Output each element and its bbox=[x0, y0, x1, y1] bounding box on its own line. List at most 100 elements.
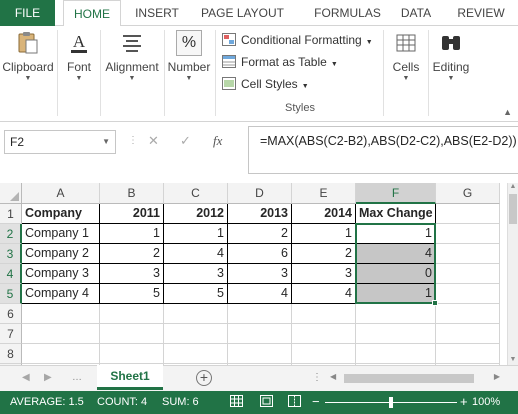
cell-f5[interactable]: 1 bbox=[356, 284, 436, 304]
vertical-scrollbar[interactable]: ▲ ▼ bbox=[507, 183, 518, 365]
cell-f1[interactable]: Max Change bbox=[356, 204, 436, 224]
cell-c5[interactable]: 5 bbox=[164, 284, 228, 304]
cell-e5[interactable]: 4 bbox=[292, 284, 356, 304]
cell-a8[interactable] bbox=[22, 344, 100, 364]
cell-f4[interactable]: 0 bbox=[356, 264, 436, 284]
cell-b5[interactable]: 5 bbox=[100, 284, 164, 304]
column-header-c[interactable]: C bbox=[164, 183, 228, 204]
tab-file[interactable]: FILE bbox=[0, 0, 55, 26]
tab-review[interactable]: REVIEW bbox=[451, 0, 511, 26]
enter-icon[interactable]: ✓ bbox=[180, 133, 191, 149]
cancel-icon[interactable]: ✕ bbox=[148, 133, 159, 149]
insert-function-icon[interactable]: fx bbox=[213, 133, 222, 149]
ribbon-collapse-icon[interactable]: ▲ bbox=[503, 107, 512, 117]
row-header-5[interactable]: 5 bbox=[0, 284, 22, 304]
zoom-out-button[interactable]: − bbox=[312, 394, 320, 409]
cell-c4[interactable]: 3 bbox=[164, 264, 228, 284]
horizontal-scrollbar[interactable]: ◀ ▶ bbox=[330, 372, 500, 384]
cell-c7[interactable] bbox=[164, 324, 228, 344]
tab-insert[interactable]: INSERT bbox=[128, 0, 186, 26]
column-header-e[interactable]: E bbox=[292, 183, 356, 204]
cell-d8[interactable] bbox=[228, 344, 292, 364]
cell-b1[interactable]: 2011 bbox=[100, 204, 164, 224]
tab-page-layout[interactable]: PAGE LAYOUT bbox=[195, 0, 290, 26]
cell-d3[interactable]: 6 bbox=[228, 244, 292, 264]
row-header-3[interactable]: 3 bbox=[0, 244, 22, 264]
cell-e6[interactable] bbox=[292, 304, 356, 324]
editing-group[interactable]: Editing ▼ bbox=[430, 30, 472, 82]
cell-e8[interactable] bbox=[292, 344, 356, 364]
tab-formulas[interactable]: FORMULAS bbox=[300, 0, 395, 26]
cell-g5[interactable] bbox=[436, 284, 500, 304]
cell-g8[interactable] bbox=[436, 344, 500, 364]
cell-f7[interactable] bbox=[356, 324, 436, 344]
cell-a3[interactable]: Company 2 bbox=[22, 244, 100, 264]
sheet-menu-icon[interactable]: … bbox=[72, 372, 82, 383]
cell-e1[interactable]: 2014 bbox=[292, 204, 356, 224]
cell-f6[interactable] bbox=[356, 304, 436, 324]
cell-f3[interactable]: 4 bbox=[356, 244, 436, 264]
alignment-group[interactable]: Alignment ▼ bbox=[102, 30, 162, 82]
cell-g6[interactable] bbox=[436, 304, 500, 324]
cell-a5[interactable]: Company 4 bbox=[22, 284, 100, 304]
select-all-button[interactable] bbox=[0, 183, 22, 204]
cell-g4[interactable] bbox=[436, 264, 500, 284]
page-layout-view-icon[interactable] bbox=[260, 395, 273, 410]
cell-styles-button[interactable]: Cell Styles ▼ bbox=[222, 74, 309, 94]
scroll-right-icon[interactable]: ▶ bbox=[494, 372, 500, 381]
formula-input[interactable]: =MAX(ABS(C2-B2),ABS(D2-C2),ABS(E2-D2)) bbox=[248, 126, 518, 174]
cell-f8[interactable] bbox=[356, 344, 436, 364]
cell-g2[interactable] bbox=[436, 224, 500, 244]
zoom-level[interactable]: 100% bbox=[472, 396, 500, 408]
cell-e7[interactable] bbox=[292, 324, 356, 344]
number-group[interactable]: % Number ▼ bbox=[166, 30, 212, 82]
cell-b7[interactable] bbox=[100, 324, 164, 344]
cell-c2[interactable]: 1 bbox=[164, 224, 228, 244]
scroll-thumb[interactable] bbox=[509, 194, 517, 224]
cell-f2[interactable]: 1 bbox=[356, 224, 436, 244]
cell-a6[interactable] bbox=[22, 304, 100, 324]
row-header-6[interactable]: 6 bbox=[0, 304, 22, 324]
conditional-formatting-button[interactable]: Conditional Formatting ▼ bbox=[222, 30, 373, 50]
scroll-down-icon[interactable]: ▼ bbox=[508, 356, 518, 363]
scroll-left-icon[interactable]: ◀ bbox=[330, 372, 336, 381]
cell-b3[interactable]: 2 bbox=[100, 244, 164, 264]
cells-group[interactable]: Cells ▼ bbox=[386, 30, 426, 82]
tab-splitter-icon[interactable]: ⋮ bbox=[312, 372, 322, 383]
column-header-d[interactable]: D bbox=[228, 183, 292, 204]
row-header-7[interactable]: 7 bbox=[0, 324, 22, 344]
cell-g7[interactable] bbox=[436, 324, 500, 344]
row-header-2[interactable]: 2 bbox=[0, 224, 22, 244]
scroll-up-icon[interactable]: ▲ bbox=[508, 183, 518, 190]
cell-a2[interactable]: Company 1 bbox=[22, 224, 100, 244]
format-as-table-button[interactable]: Format as Table ▼ bbox=[222, 52, 338, 72]
cell-e2[interactable]: 1 bbox=[292, 224, 356, 244]
add-sheet-button[interactable]: + bbox=[196, 370, 212, 386]
cell-b8[interactable] bbox=[100, 344, 164, 364]
fill-handle[interactable] bbox=[432, 300, 438, 306]
cell-c6[interactable] bbox=[164, 304, 228, 324]
cell-b2[interactable]: 1 bbox=[100, 224, 164, 244]
cell-b6[interactable] bbox=[100, 304, 164, 324]
cell-g1[interactable] bbox=[436, 204, 500, 224]
cell-d5[interactable]: 4 bbox=[228, 284, 292, 304]
cell-c3[interactable]: 4 bbox=[164, 244, 228, 264]
zoom-slider[interactable] bbox=[325, 397, 457, 408]
normal-view-icon[interactable] bbox=[230, 395, 243, 410]
column-header-f[interactable]: F bbox=[356, 183, 436, 204]
scroll-first-sheet-icon[interactable]: ◀ bbox=[22, 372, 30, 383]
clipboard-group[interactable]: Clipboard ▼ bbox=[0, 30, 56, 82]
column-header-a[interactable]: A bbox=[22, 183, 100, 204]
cell-d2[interactable]: 2 bbox=[228, 224, 292, 244]
page-break-view-icon[interactable] bbox=[288, 395, 301, 410]
row-header-1[interactable]: 1 bbox=[0, 204, 22, 224]
cell-c1[interactable]: 2012 bbox=[164, 204, 228, 224]
row-header-8[interactable]: 8 bbox=[0, 344, 22, 364]
cell-c8[interactable] bbox=[164, 344, 228, 364]
cell-e4[interactable]: 3 bbox=[292, 264, 356, 284]
zoom-slider-thumb[interactable] bbox=[389, 397, 393, 408]
row-header-4[interactable]: 4 bbox=[0, 264, 22, 284]
tab-home[interactable]: HOME bbox=[63, 0, 121, 27]
cell-g3[interactable] bbox=[436, 244, 500, 264]
column-header-g[interactable]: G bbox=[436, 183, 500, 204]
